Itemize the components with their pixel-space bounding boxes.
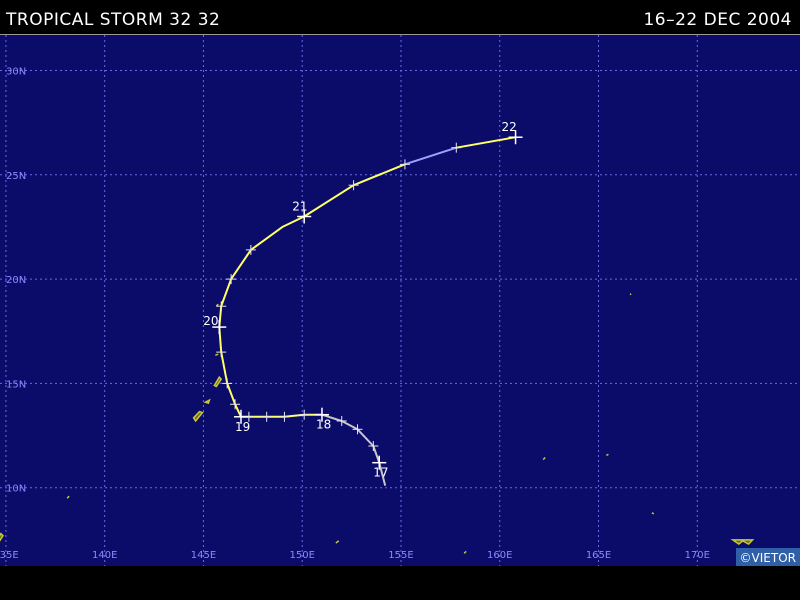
date-range: 16–22 DEC 2004 xyxy=(643,10,792,30)
bottom-bar xyxy=(0,566,800,600)
day-label: 22 xyxy=(502,120,517,134)
day-label: 18 xyxy=(316,418,331,432)
track-segment-storm xyxy=(456,136,516,149)
credit-badge: ©VIETOR xyxy=(735,548,800,567)
lon-label: 140E xyxy=(92,550,117,561)
land-pohnpei xyxy=(463,550,467,554)
land-rota xyxy=(203,398,211,405)
lat-label: 15N xyxy=(6,379,26,390)
lon-label: 135E xyxy=(0,550,19,561)
land-saipan xyxy=(213,375,223,388)
storm-title: TROPICAL STORM 32 32 xyxy=(6,10,221,30)
land-yap xyxy=(66,495,70,499)
land-masses xyxy=(0,293,755,554)
lon-label: 160E xyxy=(487,550,512,561)
land-anatahan xyxy=(215,353,219,356)
day-label: 17 xyxy=(373,466,388,480)
title-bar: TROPICAL STORM 32 32 16–22 DEC 2004 xyxy=(0,0,800,34)
land-bikini xyxy=(606,453,609,457)
track-segment-extratropical xyxy=(404,146,457,166)
land-enewetak xyxy=(542,456,546,461)
grid-lines xyxy=(0,35,800,567)
land-palau xyxy=(0,532,4,542)
lon-label: 150E xyxy=(290,550,315,561)
day-label: 19 xyxy=(235,420,250,434)
track-segment-storm xyxy=(218,163,406,418)
day-markers: 17 18 19 20 21 22 xyxy=(203,120,523,480)
day-label: 21 xyxy=(292,200,307,214)
land-ailinglaplap xyxy=(730,539,755,546)
lat-label: 25N xyxy=(6,171,26,182)
day-label: 20 xyxy=(203,314,218,328)
land-wake xyxy=(629,293,632,296)
lon-label: 165E xyxy=(586,550,611,561)
lat-label: 20N xyxy=(6,275,26,286)
lon-label: 145E xyxy=(191,550,216,561)
map-panel: 17 18 19 20 21 22 135E 140E 145E 150E 155E 160E 165… xyxy=(0,34,800,567)
land-kwajalein xyxy=(651,512,655,515)
grid-labels: 135E 140E 145E 150E 155E 160E 165E 170E 10N 15N 20… xyxy=(0,66,710,561)
land-guam xyxy=(192,410,204,423)
lat-label: 30N xyxy=(6,66,26,77)
lat-label: 10N xyxy=(6,484,26,495)
lon-label: 155E xyxy=(388,550,413,561)
land-chuuk xyxy=(335,540,340,544)
storm-track xyxy=(218,136,516,486)
lon-label: 170E xyxy=(685,550,710,561)
storm-track-map: 17 18 19 20 21 22 135E 140E 145E 150E 155E 160E 165… xyxy=(0,35,800,567)
